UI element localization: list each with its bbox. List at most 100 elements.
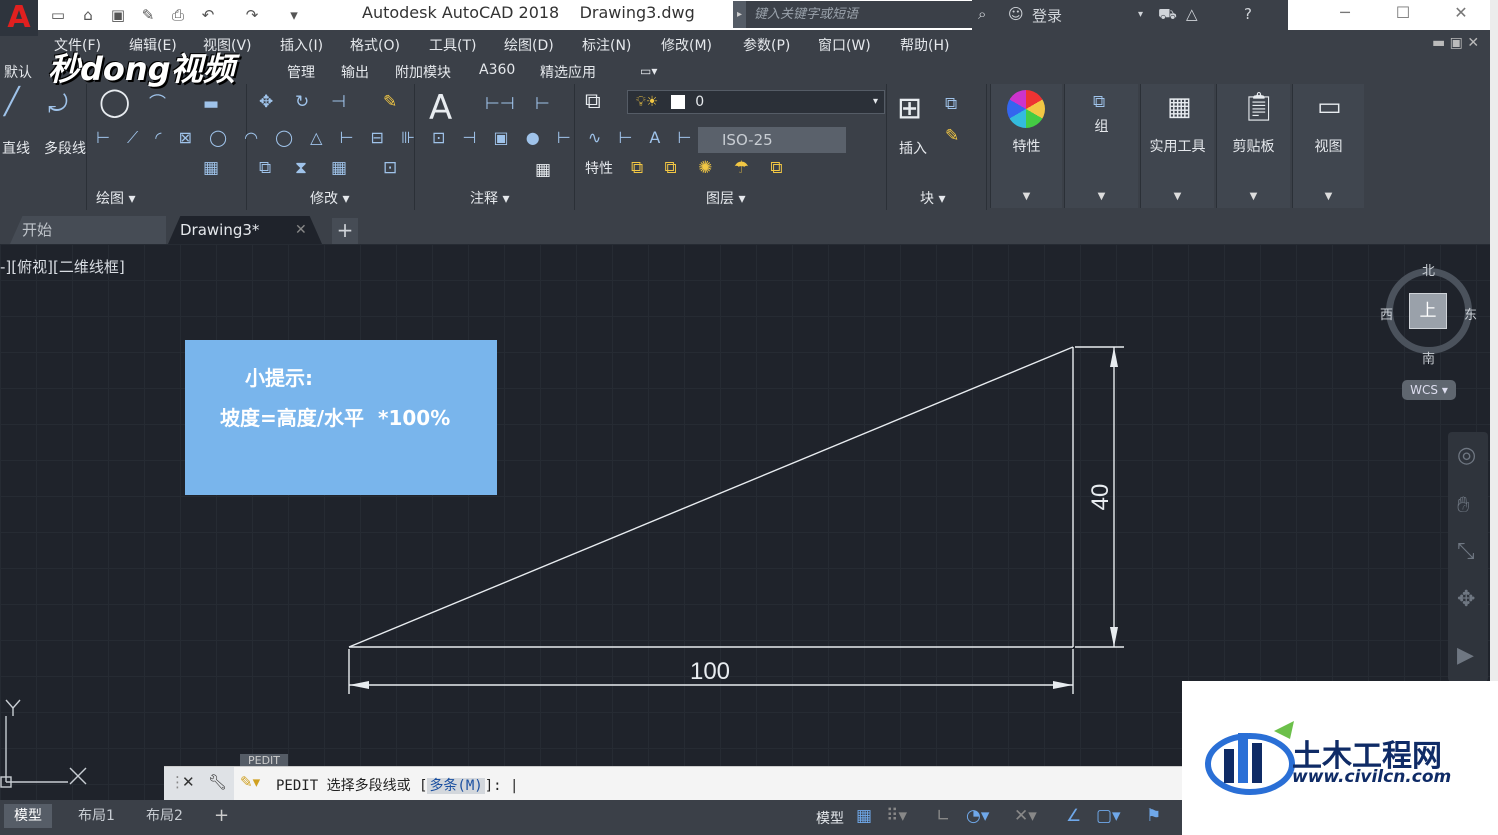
search-expand-icon[interactable]: ▸ xyxy=(733,1,746,28)
quick-access-dropdown-icon[interactable]: ▾ xyxy=(284,6,304,24)
new-file-icon[interactable]: ▭ xyxy=(48,6,68,24)
pan-hand-icon[interactable]: ✋︎ xyxy=(1457,495,1470,517)
circle-tool-icon[interactable]: ◯ xyxy=(99,88,130,116)
tab-start[interactable]: 开始 xyxy=(10,216,166,244)
maximize-button[interactable]: ☐ xyxy=(1378,2,1428,28)
command-line[interactable]: ⋮ ✕ 🔧︎ ✎▾ PEDIT 选择多段线或 [多条(M)]: | xyxy=(164,766,1184,801)
ribbon-tab-output[interactable]: 输出 xyxy=(341,62,369,82)
autocad-logo[interactable]: A xyxy=(0,0,38,36)
mirror-tool-icon[interactable]: ⧗ xyxy=(295,158,307,178)
line-tool-icon[interactable]: ╱ xyxy=(4,89,20,115)
insert-block-icon[interactable]: ⊞ xyxy=(897,92,922,126)
draw-panel-title[interactable]: 绘图 ▾ xyxy=(96,188,135,208)
insert-block-label[interactable]: 插入 xyxy=(899,138,927,158)
group-dropdown-icon[interactable]: ▼ xyxy=(1065,191,1138,202)
compass-south[interactable]: 南 xyxy=(1422,348,1435,367)
layout-tab-layout1[interactable]: 布局1 xyxy=(68,804,125,828)
isodraft-icon[interactable]: ∠ xyxy=(1066,806,1081,826)
linear-dim-icon[interactable]: ⊢ xyxy=(535,94,550,114)
steering-wheel-icon[interactable]: ◎ xyxy=(1457,445,1476,467)
hatch-tool-icon[interactable]: ▦ xyxy=(203,158,219,178)
command-option-multiple[interactable]: 多条(M) xyxy=(427,778,485,794)
view-dropdown-icon[interactable]: ▼ xyxy=(1293,191,1364,202)
command-prompt[interactable]: PEDIT 选择多段线或 [多条(M)]: | xyxy=(276,775,518,795)
help-icon[interactable]: ? xyxy=(1244,5,1252,23)
clipboard-panel[interactable]: 📋︎ 剪贴板 ▼ xyxy=(1216,84,1290,208)
move-tool-icon[interactable]: ✥ xyxy=(259,92,273,112)
create-block-icon[interactable]: ⧉ xyxy=(945,94,957,114)
ribbon-tab-a360[interactable]: A360 xyxy=(479,62,515,78)
menu-format[interactable]: 格式(O) xyxy=(350,35,400,55)
open-file-icon[interactable]: ⌂ xyxy=(78,6,98,24)
modify-panel-title[interactable]: 修改 ▾ xyxy=(310,188,349,208)
menu-window[interactable]: 窗口(W) xyxy=(818,35,871,55)
login-label[interactable]: 登录 xyxy=(1032,5,1062,26)
ortho-toggle-icon[interactable]: ∟ xyxy=(936,806,950,826)
grid-toggle-icon[interactable]: ▦ xyxy=(856,806,872,826)
ribbon-tab-default[interactable]: 默认 xyxy=(4,62,32,82)
dimension-tool-icon[interactable]: ⊢⊣ xyxy=(485,94,515,114)
rectangle-tool-icon[interactable]: ▬ xyxy=(203,94,219,114)
ribbon-tab-addins[interactable]: 附加模块 xyxy=(395,62,451,82)
rotate-tool-icon[interactable]: ↻ xyxy=(295,92,309,112)
print-icon[interactable]: ⎙ xyxy=(168,6,188,24)
view-panel[interactable]: ▭ 视图 ▼ xyxy=(1292,84,1364,208)
redo-icon[interactable]: ↷ xyxy=(242,6,262,24)
login-dropdown-icon[interactable]: ▾ xyxy=(1138,9,1143,20)
ribbon-minimize-icon[interactable]: ▭▾ xyxy=(640,64,657,78)
zoom-extents-icon[interactable]: ⤡ xyxy=(1457,541,1475,563)
layout-tab-model[interactable]: 模型 xyxy=(4,804,52,828)
table-tool-icon[interactable]: ▦ xyxy=(535,160,551,180)
close-button[interactable]: ✕ xyxy=(1436,2,1486,28)
menu-help[interactable]: 帮助(H) xyxy=(900,35,949,55)
layout-tab-layout2[interactable]: 布局2 xyxy=(136,804,193,828)
viewcube[interactable]: 上 北 南 东 西 WCS ▾ xyxy=(1376,258,1486,408)
edit-block-icon[interactable]: ✎ xyxy=(945,126,959,146)
new-tab-button[interactable]: + xyxy=(332,218,358,244)
menu-parametric[interactable]: 参数(P) xyxy=(743,35,790,55)
layer-properties-icon[interactable]: ⧉ xyxy=(585,91,601,113)
block-panel-title[interactable]: 块 ▾ xyxy=(920,188,945,208)
annotate-panel-title[interactable]: 注释 ▾ xyxy=(470,188,509,208)
menu-draw[interactable]: 绘图(D) xyxy=(504,35,554,55)
polyline-tool-label[interactable]: 多段线 xyxy=(44,138,86,158)
erase-tool-icon[interactable]: ✎ xyxy=(383,92,397,112)
command-customize-icon[interactable]: 🔧︎ xyxy=(208,773,227,791)
properties-panel[interactable]: 特性 ▼ xyxy=(990,84,1062,208)
snap-toggle-icon[interactable]: ⠿▾ xyxy=(886,806,907,826)
viewcube-top-face[interactable]: 上 xyxy=(1409,293,1447,329)
doc-window-controls[interactable]: ▬ ▣ ✕ xyxy=(1432,35,1479,51)
scale-tool-icon[interactable]: ⊡ xyxy=(383,158,397,178)
save-as-icon[interactable]: ✎ xyxy=(138,6,158,24)
layer-dropdown[interactable]: 💡︎☀ 0 ▾ xyxy=(627,90,885,114)
utilities-panel[interactable]: ▦ 实用工具 ▼ xyxy=(1140,84,1214,208)
binoculars-icon[interactable]: ⌕ xyxy=(978,5,986,23)
showmotion-icon[interactable]: ▶ xyxy=(1457,645,1474,667)
properties-small-label[interactable]: 特性 xyxy=(585,158,613,178)
dim-text-horizontal[interactable]: 100 xyxy=(690,658,730,685)
model-space-label[interactable]: 模型 xyxy=(816,808,844,828)
command-close-icon[interactable]: ✕ xyxy=(182,773,195,791)
layers-panel-title[interactable]: 图层 ▾ xyxy=(706,188,745,208)
save-icon[interactable]: ▣ xyxy=(108,6,128,24)
menu-dimension[interactable]: 标注(N) xyxy=(582,35,631,55)
utilities-dropdown-icon[interactable]: ▼ xyxy=(1141,191,1214,202)
ribbon-tab-featured[interactable]: 精选应用 xyxy=(540,62,596,82)
ribbon-tab-manage[interactable]: 管理 xyxy=(287,62,315,82)
copy-tool-icon[interactable]: ⧉ xyxy=(259,158,271,178)
user-icon[interactable]: ☺ xyxy=(1008,5,1024,23)
osnap-toggle-icon[interactable]: ✕▾ xyxy=(1014,806,1037,826)
object-snap-tracking-icon[interactable]: ▢▾ xyxy=(1096,806,1121,826)
recent-commands-icon[interactable]: ✎▾ xyxy=(240,773,260,791)
polyline-tool-icon[interactable]: ⤾ xyxy=(48,92,68,116)
search-input[interactable]: 键入关键字或短语 xyxy=(746,1,972,28)
trim-tool-icon[interactable]: ⊣ xyxy=(331,92,346,112)
compass-west[interactable]: 西 xyxy=(1380,304,1393,323)
clipboard-dropdown-icon[interactable]: ▼ xyxy=(1217,191,1290,202)
annotation-scale-icon[interactable]: ⚑ xyxy=(1146,806,1161,826)
dim-text-vertical[interactable]: 40 xyxy=(1087,484,1114,511)
orbit-icon[interactable]: ✥ xyxy=(1457,589,1475,611)
a360-icon[interactable]: △ xyxy=(1186,5,1198,23)
array-tool-icon[interactable]: ▦ xyxy=(331,158,347,178)
menu-modify[interactable]: 修改(M) xyxy=(661,35,712,55)
